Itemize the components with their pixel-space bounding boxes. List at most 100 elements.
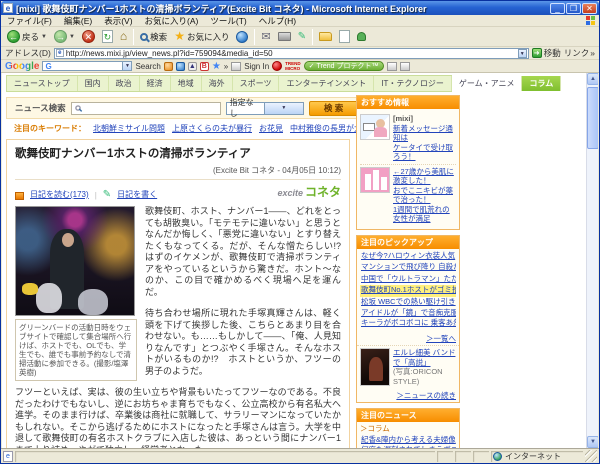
google-drop-icon[interactable]	[163, 61, 173, 71]
photo-news-more-link[interactable]: ＞ニュースの続き	[396, 391, 456, 400]
folders-button[interactable]	[317, 28, 334, 46]
pickup-link[interactable]: なぜ今?ハロウィン衣装人気	[361, 251, 455, 260]
discuss-button[interactable]	[337, 28, 352, 46]
recommend-link[interactable]: 1週間で肌荒れの女性が満足	[393, 205, 450, 224]
google-tools-icon[interactable]	[231, 61, 242, 71]
menu-tools[interactable]: ツール(T)	[204, 15, 252, 27]
google-extra-icon[interactable]	[399, 61, 410, 71]
woman-body	[374, 127, 387, 137]
tab-economy[interactable]: 経済	[140, 76, 171, 91]
news-search-select[interactable]: 指定なし ▼	[225, 98, 304, 118]
refresh-button[interactable]: ↻	[100, 28, 115, 46]
pickup-link[interactable]: 松坂 WBCでの熱い駆け引き	[361, 297, 456, 306]
back-button[interactable]: ← 戻る ▼	[5, 28, 49, 46]
home-button[interactable]: ⌂	[118, 28, 129, 46]
edit-button[interactable]: ✎	[296, 28, 308, 46]
title-bar: e [mixi] 歌舞伎町ナンバー1ホストの清掃ボランティア(Excite Bi…	[1, 1, 599, 15]
recommend-link[interactable]: ケータイで受け取ろう！	[393, 143, 453, 162]
recommend-link[interactable]: 新着メッセージ通知は	[393, 124, 453, 143]
google-overflow-chevron[interactable]: »	[224, 62, 228, 71]
mail-button[interactable]: ✉	[259, 28, 272, 46]
keyword-link[interactable]: 上原さくらの夫が暴行	[172, 123, 252, 134]
news-search-input[interactable]	[81, 103, 218, 113]
google-search-box[interactable]: G ▼	[42, 61, 133, 71]
google-search-dropdown-icon[interactable]: ▼	[122, 62, 132, 70]
back-dropdown-icon[interactable]: ▼	[41, 34, 47, 40]
recommend-link[interactable]: おでこニキビが薬で治った！	[393, 186, 453, 205]
home-icon: ⌂	[119, 29, 128, 43]
bookmarks-icon[interactable]: B	[199, 61, 209, 71]
pickup-more-link[interactable]: ＞一覧へ	[426, 334, 456, 343]
tab-politics[interactable]: 政治	[109, 76, 140, 91]
separator: |	[94, 191, 97, 200]
toolbar-separator	[133, 28, 135, 45]
menu-file[interactable]: ファイル(F)	[1, 15, 58, 27]
pickup-item: マンションで飛び降り 自殺かNEW	[360, 262, 456, 274]
search-icon	[74, 105, 81, 111]
forward-dropdown-icon[interactable]: ▼	[69, 34, 75, 40]
tab-newstop[interactable]: ニューストップ	[7, 76, 78, 91]
minimize-button[interactable]: _	[550, 2, 565, 14]
forward-button[interactable]: → ▼	[52, 28, 77, 46]
news-search-button[interactable]: 検 索	[308, 100, 359, 116]
pickup-link[interactable]: キーラがボコボコに 乗客あ然	[361, 318, 456, 327]
close-button[interactable]: ✕	[582, 2, 597, 14]
resize-grip[interactable]	[585, 450, 597, 462]
photo-news-link[interactable]: エルレ細美 バンドで「高説」	[393, 348, 455, 367]
tab-game-anime[interactable]: ゲーム・アニメ	[452, 76, 523, 91]
tab-domestic[interactable]: 国内	[78, 76, 109, 91]
pickup-link[interactable]: アイドルが「鏡」で音痴克服	[361, 308, 456, 317]
tab-sports[interactable]: スポーツ	[233, 76, 280, 91]
google-star-icon[interactable]: ★	[212, 61, 221, 71]
print-button[interactable]	[276, 28, 293, 46]
tab-region[interactable]: 地域	[171, 76, 202, 91]
google-extra-icon[interactable]	[386, 61, 397, 71]
read-diary-link[interactable]: 日記を読む(173)	[30, 189, 89, 200]
scroll-up-button[interactable]: ▲	[587, 73, 598, 85]
article-paragraph: フツーといえば、実は、彼の生い立ちや背景もいたってフツーなのである。不良だったわ…	[15, 387, 341, 448]
menu-favorites[interactable]: お気に入り(A)	[139, 15, 205, 27]
recommend-link[interactable]: ←27歳から美肌に激変した！	[393, 167, 454, 186]
attention-category[interactable]: ＞コラム	[357, 422, 459, 435]
pickup-link[interactable]: 歌舞伎町No.1ホストがゴミ拾い	[361, 285, 456, 294]
news-category-tabs: ニューストップ 国内 政治 経済 地域 海外 スポーツ エンターテインメント I…	[6, 75, 562, 92]
tab-entertainment[interactable]: エンターテインメント	[279, 76, 375, 91]
links-label: リンク	[563, 48, 590, 58]
search-button[interactable]: 検索	[138, 28, 169, 46]
vertical-scrollbar[interactable]: ▲ ▼	[586, 73, 598, 448]
menu-view[interactable]: 表示(V)	[98, 15, 138, 27]
write-diary-link[interactable]: 日記を書く	[117, 189, 157, 200]
go-button[interactable]: ➜ 移動	[531, 47, 561, 59]
tab-overseas[interactable]: 海外	[202, 76, 233, 91]
favorites-button[interactable]: ★ お気に入り	[172, 28, 231, 46]
scroll-down-button[interactable]: ▼	[587, 436, 598, 448]
maximize-button[interactable]: ❐	[566, 2, 581, 14]
pagerank-icon[interactable]: ▲	[187, 61, 197, 71]
keywords-label: 注目のキーワード：	[14, 124, 86, 133]
menu-edit[interactable]: 編集(E)	[58, 15, 98, 27]
address-dropdown-icon[interactable]: ▼	[517, 48, 527, 58]
pickup-item: 中国で「ウルトラマン」たたきNEW	[360, 274, 456, 286]
google-globe-icon[interactable]	[175, 61, 185, 71]
trend-micro-label: TREND MICRO	[285, 61, 301, 71]
links-menu[interactable]: リンク »	[564, 47, 595, 59]
google-signin[interactable]: Sign In	[244, 62, 269, 71]
address-input[interactable]	[65, 48, 518, 58]
pickup-link[interactable]: 中国で「ウルトラマン」たたき	[361, 274, 456, 283]
tab-it-technology[interactable]: IT・テクノロジー	[374, 76, 452, 91]
scrollbar-thumb[interactable]	[587, 87, 598, 149]
menu-help[interactable]: ヘルプ(H)	[253, 15, 302, 27]
keyword-link[interactable]: お花見	[259, 123, 283, 134]
address-bar: アドレス(D) e ▼ ➜ 移動 リンク »	[1, 47, 599, 60]
stop-button[interactable]: ✕	[80, 28, 97, 46]
attention-link[interactable]: 紀香&陣内から考える夫婦像	[361, 435, 456, 444]
pickup-link[interactable]: マンションで飛び降り 自殺か	[361, 262, 456, 271]
trend-protect-badge[interactable]: ✓ Trend プロテクト™	[303, 61, 384, 71]
back-icon: ←	[7, 30, 20, 43]
tab-column[interactable]: コラム	[522, 76, 562, 91]
messenger-button[interactable]	[355, 28, 368, 46]
media-button[interactable]	[234, 28, 250, 46]
keyword-link[interactable]: 北朝鮮ミサイル問題	[93, 123, 165, 134]
article-meta: (Excite Bit コネタ - 04月05日 10:12)	[212, 166, 341, 175]
google-search-button[interactable]: Search	[135, 62, 160, 71]
